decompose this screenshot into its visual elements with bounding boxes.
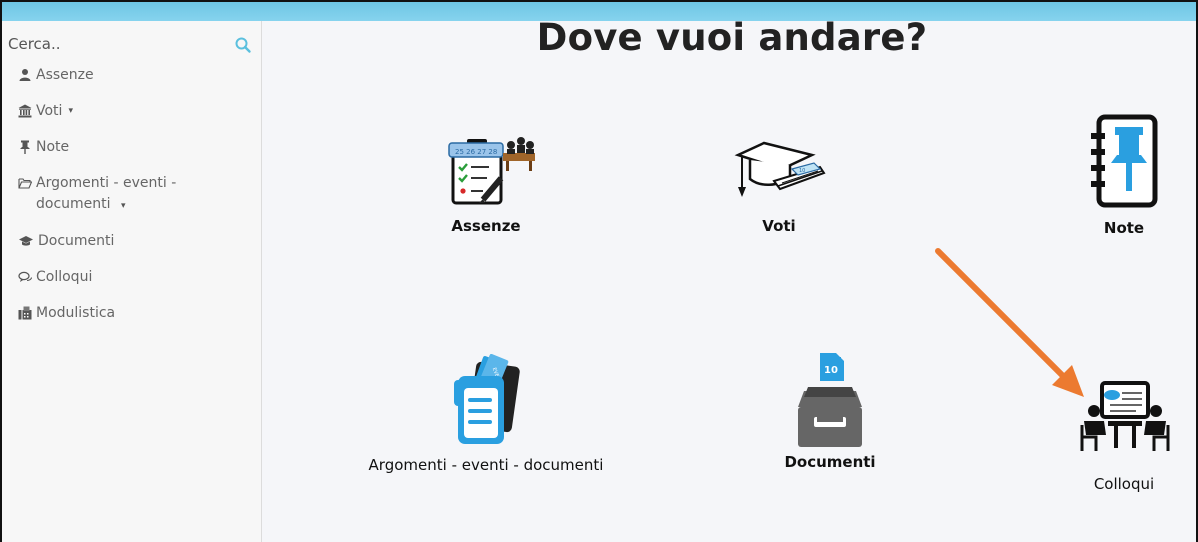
tile-label: Voti <box>762 217 796 235</box>
pushpin-icon <box>20 140 30 154</box>
sidebar-item-label: Argomenti - eventi - documenti <box>36 175 177 212</box>
bank-icon <box>18 104 32 118</box>
graduation-cap-icon <box>19 236 33 246</box>
inbox-tray-document-icon: 10 <box>798 353 862 447</box>
sidebar-item-voti[interactable]: Voti ▾ <box>18 101 258 137</box>
sidebar-item-label: Colloqui <box>36 269 93 285</box>
sidebar-item-label: Documenti <box>38 233 115 249</box>
app-window: Assenze Voti ▾ <box>0 0 1198 542</box>
tile-note[interactable]: Note <box>1004 113 1196 237</box>
sidebar: Assenze Voti ▾ <box>2 21 262 542</box>
graduation-cap-diploma-icon: 10 <box>734 141 826 197</box>
search-input[interactable] <box>8 30 256 58</box>
sidebar-item-assenze[interactable]: Assenze <box>18 65 258 101</box>
tile-label: Assenze <box>451 217 521 235</box>
sidebar-item-argomenti-eventi-documenti[interactable]: Argomenti - eventi - documenti ▾ <box>18 173 208 231</box>
sidebar-item-colloqui[interactable]: Colloqui <box>18 267 258 303</box>
svg-text:25 26 27 28: 25 26 27 28 <box>455 148 497 156</box>
sidebar-item-note[interactable]: Note <box>18 137 258 173</box>
attendance-clipboard-icon: 25 26 27 28 <box>448 137 535 205</box>
main-content: Dove vuoi andare? 25 26 27 28 Assenze 10… <box>264 16 1196 542</box>
events-document-icon: EVENT <box>454 354 520 444</box>
chevron-down-icon: ▾ <box>68 106 73 116</box>
svg-text:10: 10 <box>799 168 805 174</box>
sidebar-item-modulistica[interactable]: Modulistica <box>18 303 258 339</box>
tile-label: Note <box>1103 219 1145 237</box>
search-box <box>8 29 256 59</box>
user-icon <box>19 69 31 81</box>
svg-text:10: 10 <box>824 365 838 376</box>
search-icon[interactable] <box>234 36 252 54</box>
sidebar-item-label: Assenze <box>36 67 94 83</box>
tile-voti[interactable]: 10 Voti <box>659 129 899 235</box>
page-title: Dove vuoi andare? <box>536 16 928 59</box>
sidebar-menu: Assenze Voti ▾ Note Argomenti - eventi -… <box>18 65 258 339</box>
sidebar-item-label: Note <box>36 139 70 155</box>
tile-label: Colloqui <box>1093 475 1155 493</box>
tile-assenze[interactable]: 25 26 27 28 Assenze <box>366 129 606 235</box>
tile-label: Documenti <box>784 453 876 471</box>
fax-icon <box>18 306 32 320</box>
tile-argomenti-eventi-documenti[interactable]: EVENT Argomenti - eventi - documenti <box>366 354 606 474</box>
tile-label: Argomenti - eventi - documenti <box>368 456 604 474</box>
tile-documenti[interactable]: 10 Documenti <box>710 351 950 471</box>
sidebar-item-label: Voti <box>36 103 63 119</box>
folder-open-icon <box>18 178 32 189</box>
chevron-down-icon: ▾ <box>120 201 126 211</box>
notebook-pushpin-icon <box>1091 114 1158 208</box>
annotation-arrow-icon <box>935 248 1084 397</box>
sidebar-item-label: Modulistica <box>36 305 116 321</box>
chat-icon <box>18 271 32 282</box>
sidebar-item-documenti[interactable]: Documenti <box>18 231 258 267</box>
